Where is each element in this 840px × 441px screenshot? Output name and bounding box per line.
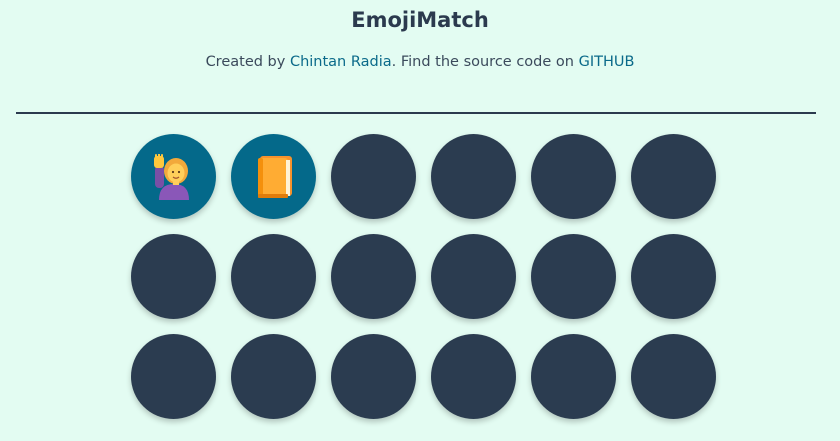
author-link[interactable]: Chintan Radia	[290, 54, 392, 70]
credit-middle: . Find the source code on	[391, 54, 579, 70]
card-2[interactable]	[231, 134, 316, 219]
card-8[interactable]	[231, 234, 316, 319]
card-17[interactable]	[531, 334, 616, 419]
card-14[interactable]	[231, 334, 316, 419]
card-9[interactable]	[331, 234, 416, 319]
card-12[interactable]	[631, 234, 716, 319]
emoji-match-page: EmojiMatch Created by Chintan Radia. Fin…	[0, 0, 840, 441]
credit-prefix: Created by	[205, 54, 290, 70]
page-title: EmojiMatch	[351, 8, 489, 32]
card-16[interactable]	[431, 334, 516, 419]
header-divider	[16, 112, 816, 114]
person-raising-hand-icon	[153, 153, 189, 200]
orange-book-icon	[257, 155, 292, 198]
card-6[interactable]	[631, 134, 716, 219]
card-grid	[131, 134, 716, 419]
credits-line: Created by Chintan Radia. Find the sourc…	[0, 52, 840, 72]
card-18[interactable]	[631, 334, 716, 419]
card-15[interactable]	[331, 334, 416, 419]
github-link[interactable]: GITHUB	[579, 54, 635, 70]
card-3[interactable]	[331, 134, 416, 219]
card-11[interactable]	[531, 234, 616, 319]
card-10[interactable]	[431, 234, 516, 319]
card-13[interactable]	[131, 334, 216, 419]
card-5[interactable]	[531, 134, 616, 219]
card-4[interactable]	[431, 134, 516, 219]
card-7[interactable]	[131, 234, 216, 319]
card-1[interactable]	[131, 134, 216, 219]
